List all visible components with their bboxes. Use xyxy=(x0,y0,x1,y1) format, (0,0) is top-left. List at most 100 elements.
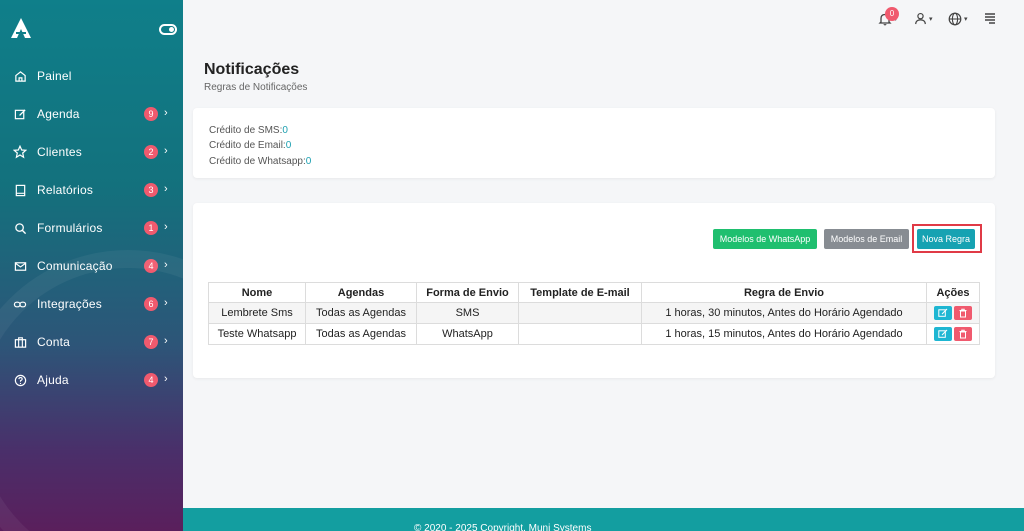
chevron-right-icon: › xyxy=(164,221,168,233)
cell-name: Teste Whatsapp xyxy=(208,323,306,345)
credits-card: Crédito de SMS:0 Crédito de Email:0 Créd… xyxy=(193,108,995,178)
sidebar-toggle-icon[interactable] xyxy=(159,24,177,35)
sidebar-item-conta[interactable]: Conta 7 › xyxy=(0,323,183,361)
chevron-right-icon: › xyxy=(164,335,168,347)
chevron-right-icon: › xyxy=(164,297,168,309)
cell-actions xyxy=(926,323,980,345)
chevron-right-icon: › xyxy=(164,145,168,157)
user-menu-button[interactable]: ▾ xyxy=(914,12,933,25)
search-icon xyxy=(13,221,27,235)
edit-button[interactable] xyxy=(934,306,952,320)
whatsapp-credit-value: 0 xyxy=(305,156,312,167)
cell-email-template xyxy=(518,302,642,324)
sms-credit-value: 0 xyxy=(282,125,288,136)
whatsapp-credit-label: Crédito de Whatsapp: xyxy=(209,156,306,167)
sms-credit-label: Crédito de SMS: xyxy=(209,125,283,136)
count-badge: 1 xyxy=(144,221,158,235)
count-badge: 2 xyxy=(144,145,158,159)
chevron-right-icon: › xyxy=(164,107,168,119)
briefcase-icon xyxy=(13,335,27,349)
sidebar-item-label: Comunicação xyxy=(37,259,113,273)
email-credit: Crédito de Email:0 xyxy=(209,140,291,151)
table-row: Teste Whatsapp Todas as Agendas WhatsApp… xyxy=(208,323,980,345)
email-templates-button[interactable]: Modelos de Email xyxy=(824,229,909,249)
edit-icon xyxy=(13,107,27,121)
sidebar-item-label: Formulários xyxy=(37,221,103,235)
cell-agendas: Todas as Agendas xyxy=(305,323,417,345)
column-header[interactable]: Forma de Envio xyxy=(416,282,519,303)
sidebar-menu: Painel Agenda 9 › Clientes 2 › Relatório… xyxy=(0,57,183,399)
edit-button[interactable] xyxy=(934,327,952,341)
menu-icon xyxy=(985,13,995,24)
book-icon xyxy=(13,183,27,197)
email-credit-value: 0 xyxy=(285,140,292,151)
column-header[interactable]: Nome xyxy=(208,282,306,303)
sidebar-item-label: Integrações xyxy=(37,297,102,311)
footer-copyright: © 2020 - 2025 Copyright. Muni Systems xyxy=(414,523,592,531)
chevron-right-icon: › xyxy=(164,259,168,271)
new-rule-button[interactable]: Nova Regra xyxy=(917,229,975,249)
page-subtitle: Regras de Notificações xyxy=(204,82,308,93)
user-icon xyxy=(915,12,926,25)
sms-credit: Crédito de SMS:0 xyxy=(209,125,288,136)
sidebar-item-label: Relatórios xyxy=(37,183,94,197)
footer: © 2020 - 2025 Copyright. Muni Systems xyxy=(183,508,1024,531)
count-badge: 4 xyxy=(144,259,158,273)
home-icon xyxy=(13,69,27,83)
delete-button[interactable] xyxy=(954,306,972,320)
menu-button[interactable] xyxy=(984,12,996,24)
column-header: Ações xyxy=(926,282,980,303)
caret-down-icon: ▾ xyxy=(929,15,933,23)
notification-count-badge: 0 xyxy=(885,7,899,21)
trash-icon xyxy=(959,329,967,339)
table-row: Lembrete Sms Todas as Agendas SMS 1 hora… xyxy=(208,302,980,324)
chevron-right-icon: › xyxy=(164,373,168,385)
sidebar-item-agenda[interactable]: Agenda 9 › xyxy=(0,95,183,133)
sidebar-item-label: Agenda xyxy=(37,107,80,121)
column-header[interactable]: Agendas xyxy=(305,282,417,303)
mail-icon xyxy=(13,259,27,273)
sidebar-item-integracoes[interactable]: Integrações 6 › xyxy=(0,285,183,323)
chevron-right-icon: › xyxy=(164,183,168,195)
sidebar-item-clientes[interactable]: Clientes 2 › xyxy=(0,133,183,171)
cell-send-method: WhatsApp xyxy=(416,323,519,345)
delete-button[interactable] xyxy=(954,327,972,341)
sidebar-item-relatorios[interactable]: Relatórios 3 › xyxy=(0,171,183,209)
edit-icon xyxy=(938,329,948,338)
count-badge: 3 xyxy=(144,183,158,197)
count-badge: 7 xyxy=(144,335,158,349)
column-header[interactable]: Regra de Envio xyxy=(641,282,927,303)
sidebar-item-comunicacao[interactable]: Comunicação 4 › xyxy=(0,247,183,285)
edit-icon xyxy=(938,308,948,317)
sidebar-item-formularios[interactable]: Formulários 1 › xyxy=(0,209,183,247)
trash-icon xyxy=(959,308,967,318)
email-credit-label: Crédito de Email: xyxy=(209,140,286,151)
help-icon xyxy=(13,373,27,387)
sidebar-item-label: Ajuda xyxy=(37,373,69,387)
cell-send-method: SMS xyxy=(416,302,519,324)
sidebar-item-painel[interactable]: Painel xyxy=(0,57,183,95)
whatsapp-credit: Crédito de Whatsapp:0 xyxy=(209,156,311,167)
link-icon xyxy=(13,297,27,311)
sidebar-item-ajuda[interactable]: Ajuda 4 › xyxy=(0,361,183,399)
count-badge: 4 xyxy=(144,373,158,387)
count-badge: 9 xyxy=(144,107,158,121)
cell-send-rule: 1 horas, 30 minutos, Antes do Horário Ag… xyxy=(641,302,927,324)
whatsapp-templates-button[interactable]: Modelos de WhatsApp xyxy=(713,229,817,249)
cell-name: Lembrete Sms xyxy=(208,302,306,324)
language-button[interactable]: ▾ xyxy=(948,12,968,26)
app-logo[interactable] xyxy=(10,17,32,39)
rules-table: Nome Agendas Forma de Envio Template de … xyxy=(208,282,980,345)
column-header[interactable]: Template de E-mail xyxy=(518,282,642,303)
sidebar: Painel Agenda 9 › Clientes 2 › Relatório… xyxy=(0,0,183,531)
globe-icon xyxy=(948,12,962,26)
cell-agendas: Todas as Agendas xyxy=(305,302,417,324)
count-badge: 6 xyxy=(144,297,158,311)
star-icon xyxy=(13,145,27,159)
page-title: Notificações xyxy=(204,61,300,78)
sidebar-item-label: Conta xyxy=(37,335,71,349)
cell-email-template xyxy=(518,323,642,345)
rules-card: Modelos de WhatsApp Modelos de Email Nov… xyxy=(193,203,995,378)
cell-send-rule: 1 horas, 15 minutos, Antes do Horário Ag… xyxy=(641,323,927,345)
cell-actions xyxy=(926,302,980,324)
